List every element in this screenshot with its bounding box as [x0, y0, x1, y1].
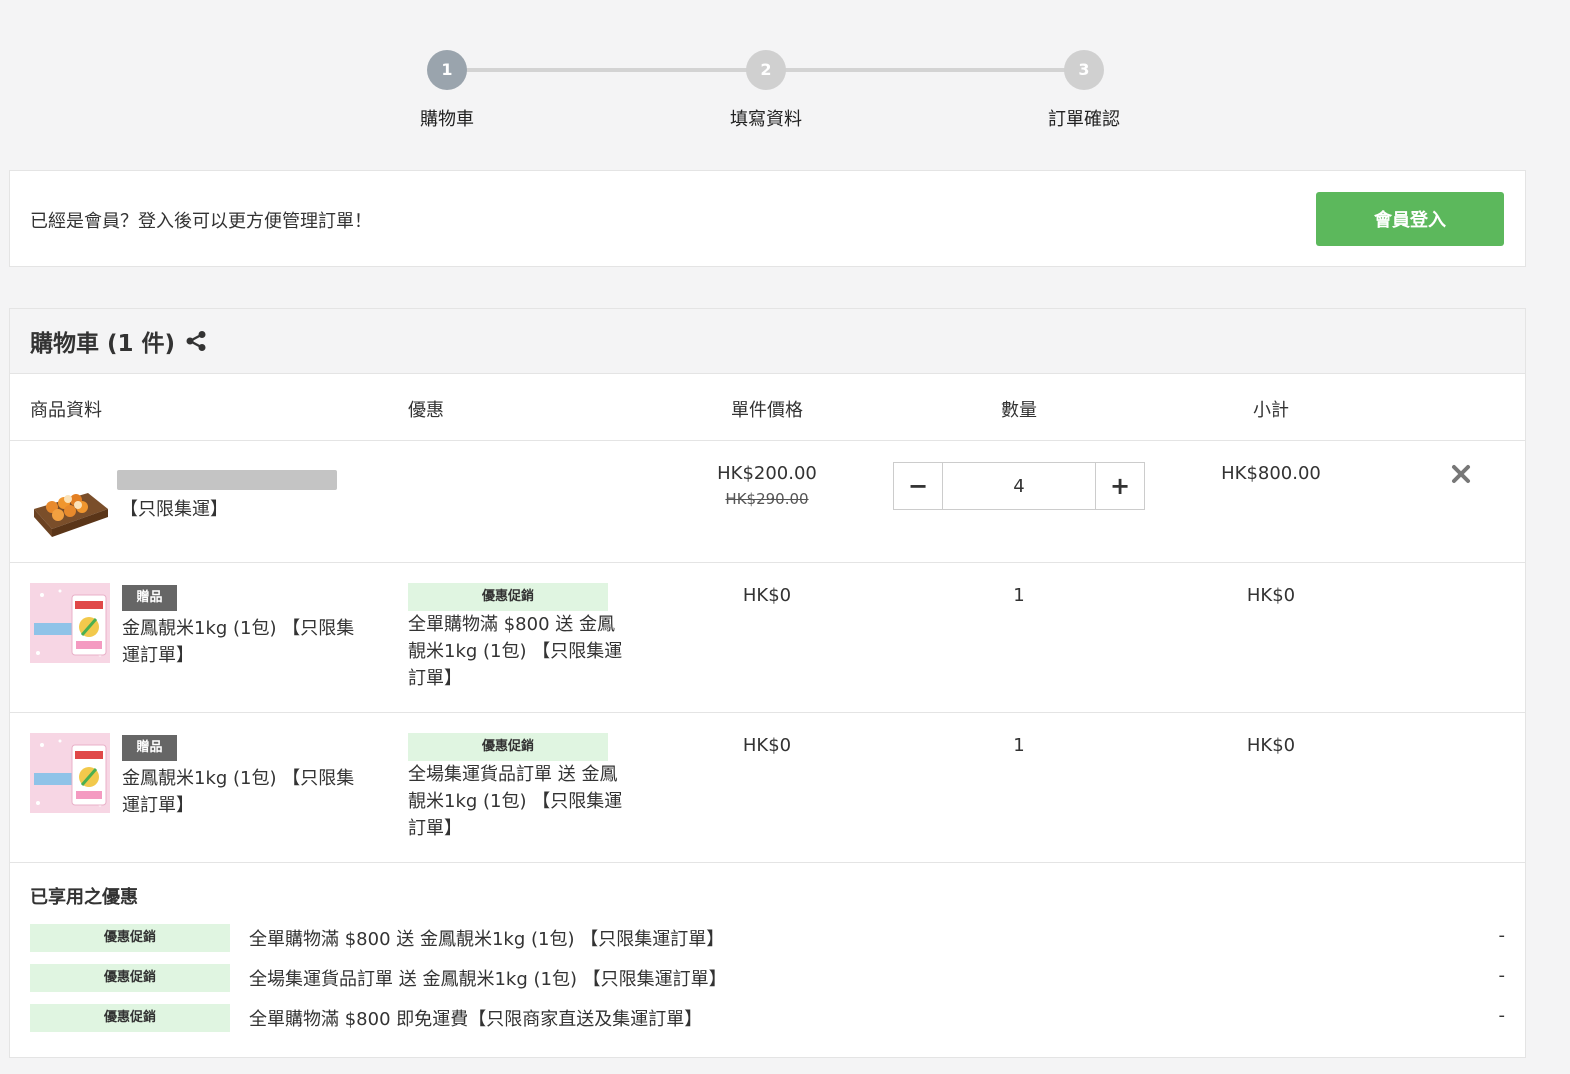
header-quantity: 數量 [1001, 400, 1037, 421]
promo-badge: 優惠促銷 [408, 733, 608, 761]
applied-promotion-value: - [1498, 965, 1506, 986]
share-icon[interactable] [185, 330, 207, 352]
promo-description: 全場集運貨品訂單 送 金鳳靚米1kg (1包) 【只限集運訂單】 [408, 764, 623, 839]
member-login-panel: 已經是會員？登入後可以更方便管理訂單！ 會員登入 [9, 170, 1526, 267]
promo-badge: 優惠促銷 [30, 1004, 230, 1032]
gift-subtotal: HK$0 [1246, 735, 1296, 756]
member-login-button[interactable]: 會員登入 [1316, 192, 1504, 246]
gift-unit-price: HK$0 [742, 585, 792, 606]
applied-promotions-title: 已享用之優惠 [30, 887, 138, 908]
increase-quantity-button[interactable]: + [1095, 462, 1145, 510]
remove-item-icon[interactable] [1450, 463, 1472, 485]
product-thumbnail[interactable] [30, 463, 110, 543]
cart-header: 購物車 (1 件) [10, 309, 1525, 374]
step-label: 購物車 [420, 109, 474, 130]
step-label: 填寫資料 [730, 109, 802, 130]
original-price: HK$290.00 [725, 490, 809, 508]
gift-badge: 贈品 [122, 735, 177, 761]
applied-promotion-row: 優惠促銷 全單購物滿 $800 送 金鳳靚米1kg (1包) 【只限集運訂單】 … [30, 924, 1505, 952]
cart-item-row: 【只限集運】 HK$200.00 HK$290.00 − + HK$800.00 [10, 441, 1525, 563]
step-confirm: 3 訂單確認 [1014, 50, 1154, 131]
applied-promotion-row: 優惠促銷 全場集運貨品訂單 送 金鳳靚米1kg (1包) 【只限集運訂單】 - [30, 964, 1505, 992]
gift-subtotal: HK$0 [1246, 585, 1296, 606]
product-name-redacted[interactable] [117, 470, 337, 490]
quantity-stepper: − + [893, 462, 1145, 510]
gift-quantity: 1 [1013, 585, 1025, 606]
promo-badge: 優惠促銷 [30, 964, 230, 992]
gift-item-row: 贈品 金鳳靚米1kg (1包) 【只限集運訂單】 優惠促銷 全單購物滿 $800… [10, 563, 1525, 713]
cart-table-header: 商品資料 優惠 單件價格 數量 小計 [10, 374, 1525, 441]
decrease-quantity-button[interactable]: − [893, 462, 943, 510]
gift-name[interactable]: 金鳳靚米1kg (1包) 【只限集運訂單】 [122, 765, 367, 819]
unit-price: HK$200.00 [717, 463, 817, 484]
gift-thumbnail[interactable] [30, 583, 110, 663]
gift-badge: 贈品 [122, 585, 177, 611]
header-promotion: 優惠 [408, 400, 444, 421]
step-cart: 1 購物車 [377, 50, 517, 131]
member-prompt: 已經是會員？登入後可以更方便管理訂單！ [30, 211, 372, 232]
promo-description: 全單購物滿 $800 送 金鳳靚米1kg (1包) 【只限集運訂單】 [408, 614, 623, 689]
header-subtotal: 小計 [1253, 400, 1289, 421]
header-product: 商品資料 [30, 400, 102, 421]
gift-name[interactable]: 金鳳靚米1kg (1包) 【只限集運訂單】 [122, 615, 367, 669]
promo-badge: 優惠促銷 [30, 924, 230, 952]
step-number: 3 [1064, 50, 1104, 90]
promo-badge: 優惠促銷 [408, 583, 608, 611]
gift-item-row: 贈品 金鳳靚米1kg (1包) 【只限集運訂單】 優惠促銷 全場集運貨品訂單 送… [10, 713, 1525, 863]
applied-promotion-text: 全單購物滿 $800 即免運費【只限商家直送及集運訂單】 [249, 1009, 703, 1030]
step-number: 1 [427, 50, 467, 90]
applied-promotion-text: 全單購物滿 $800 送 金鳳靚米1kg (1包) 【只限集運訂單】 [249, 929, 725, 950]
quantity-input[interactable] [943, 462, 1095, 510]
applied-promotion-value: - [1498, 1005, 1506, 1026]
step-fill-info: 2 填寫資料 [696, 50, 836, 131]
product-tag: 【只限集運】 [120, 499, 228, 520]
step-number: 2 [746, 50, 786, 90]
unit-price-cell: HK$200.00 HK$290.00 [717, 463, 817, 508]
cart-panel: 購物車 (1 件) 商品資料 優惠 單件價格 數量 小計 【只限集運】 HK$2… [9, 308, 1526, 1058]
gift-unit-price: HK$0 [742, 735, 792, 756]
gift-quantity: 1 [1013, 735, 1025, 756]
checkout-steps: 1 購物車 2 填寫資料 3 訂單確認 [0, 0, 1570, 150]
cart-title: 購物車 (1 件) [30, 331, 176, 357]
applied-promotion-row: 優惠促銷 全單購物滿 $800 即免運費【只限商家直送及集運訂單】 - [30, 1004, 1505, 1032]
gift-thumbnail[interactable] [30, 733, 110, 813]
header-unit-price: 單件價格 [731, 400, 803, 421]
item-subtotal: HK$800.00 [1221, 463, 1321, 484]
step-label: 訂單確認 [1048, 109, 1120, 130]
applied-promotion-text: 全場集運貨品訂單 送 金鳳靚米1kg (1包) 【只限集運訂單】 [249, 969, 727, 990]
applied-promotion-value: - [1498, 925, 1506, 946]
